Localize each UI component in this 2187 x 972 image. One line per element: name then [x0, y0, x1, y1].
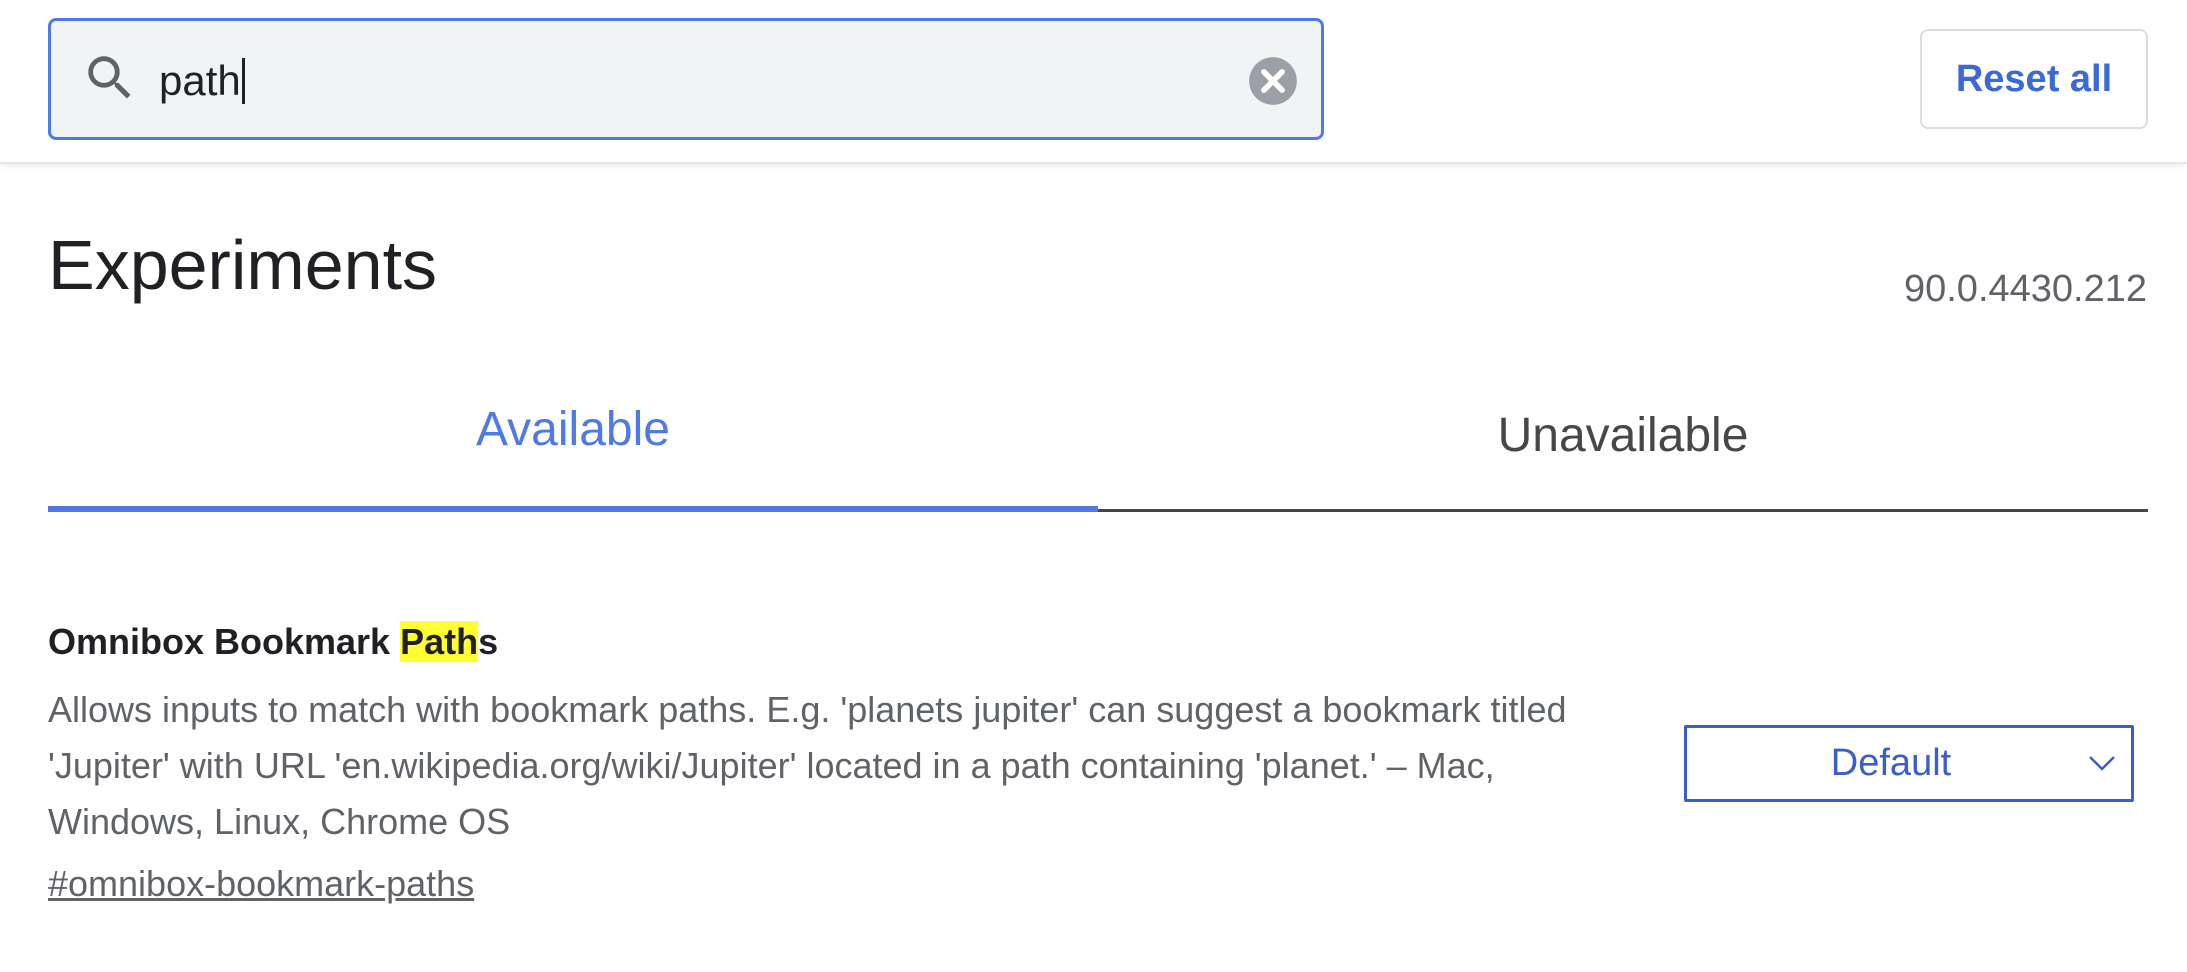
tab-available-label: Available — [476, 402, 670, 456]
reset-all-button[interactable]: Reset all — [1920, 29, 2148, 129]
chevron-down-icon — [2089, 756, 2115, 771]
header: path Reset all — [0, 0, 2187, 164]
text-caret — [241, 58, 245, 104]
search-input-value: path — [159, 57, 241, 104]
search-input[interactable]: path — [159, 51, 1159, 111]
clear-icon[interactable] — [1247, 55, 1299, 107]
tab-unavailable[interactable]: Unavailable — [1098, 380, 2148, 512]
tab-available[interactable]: Available — [48, 380, 1098, 512]
experiment-title-suffix: s — [478, 621, 499, 662]
experiment-permalink[interactable]: #omnibox-bookmark-paths — [48, 862, 474, 906]
tab-unavailable-label: Unavailable — [1497, 409, 1749, 462]
search-match-highlight: Path — [400, 621, 479, 662]
experiment-title-prefix: Omnibox Bookmark — [48, 621, 401, 662]
tab-bar: Available Unavailable — [48, 380, 2148, 512]
experiment-title: Omnibox Bookmark Paths — [48, 618, 498, 666]
page-title: Experiments — [48, 226, 438, 304]
experiment-description: Allows inputs to match with bookmark pat… — [48, 689, 1567, 842]
experiment-state-select[interactable]: Default — [1684, 725, 2134, 802]
select-value: Default — [1830, 742, 1952, 784]
version-label: 90.0.4430.212 — [1903, 268, 2147, 310]
search-icon — [88, 56, 131, 99]
search-box[interactable]: path — [48, 18, 1324, 140]
